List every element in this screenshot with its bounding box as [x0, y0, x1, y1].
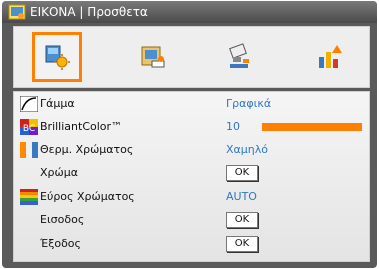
title-bar: ΕΙΚΟΝΑ | Προσθετα	[2, 1, 377, 23]
svg-text:BC: BC	[23, 124, 35, 134]
output-ok-button[interactable]: OK	[226, 236, 258, 252]
tab-setup[interactable]	[214, 32, 264, 82]
image-settings-icon	[45, 45, 70, 70]
display-settings-icon	[141, 46, 165, 68]
menu-row-color-space[interactable]: Εύρος Χρώματος AUTO	[14, 188, 369, 206]
menu-row-color[interactable]: Χρώμα OK	[14, 164, 369, 182]
tab-options[interactable]	[304, 32, 354, 82]
menu-row-input[interactable]: Εισοδος OK	[14, 211, 369, 229]
tab-display[interactable]	[127, 32, 177, 82]
brilliantcolor-icon: BC	[20, 119, 38, 135]
setup-tools-icon	[229, 43, 249, 68]
osd-menu: ΕΙΚΟΝΑ | Προσθετα Γάμμα Γραφικά BC Brill…	[2, 1, 377, 268]
image-menu-icon	[8, 4, 26, 20]
input-ok-button[interactable]: OK	[226, 212, 258, 228]
gamma-curve-icon	[20, 96, 38, 112]
brilliantcolor-slider[interactable]	[262, 123, 362, 131]
menu-row-gamma[interactable]: Γάμμα Γραφικά	[14, 95, 369, 113]
options-bar-chart-icon	[319, 45, 342, 68]
menu-tab-bar	[13, 26, 370, 88]
brilliantcolor-slider-fill	[262, 123, 362, 131]
color-ok-button[interactable]: OK	[226, 165, 258, 181]
color-temperature-icon	[20, 142, 38, 158]
menu-row-output[interactable]: Έξοδος OK	[14, 235, 369, 253]
menu-content: Γάμμα Γραφικά BC BrilliantColor™ 10 Θερμ…	[13, 91, 370, 262]
menu-row-brilliantcolor[interactable]: BC BrilliantColor™ 10	[14, 118, 369, 136]
tab-image[interactable]	[32, 32, 82, 82]
window-title: ΕΙΚΟΝΑ | Προσθετα	[30, 5, 148, 19]
color-space-icon	[20, 189, 38, 205]
menu-row-color-temperature[interactable]: Θερμ. Χρώματος Χαμηλό	[14, 141, 369, 159]
